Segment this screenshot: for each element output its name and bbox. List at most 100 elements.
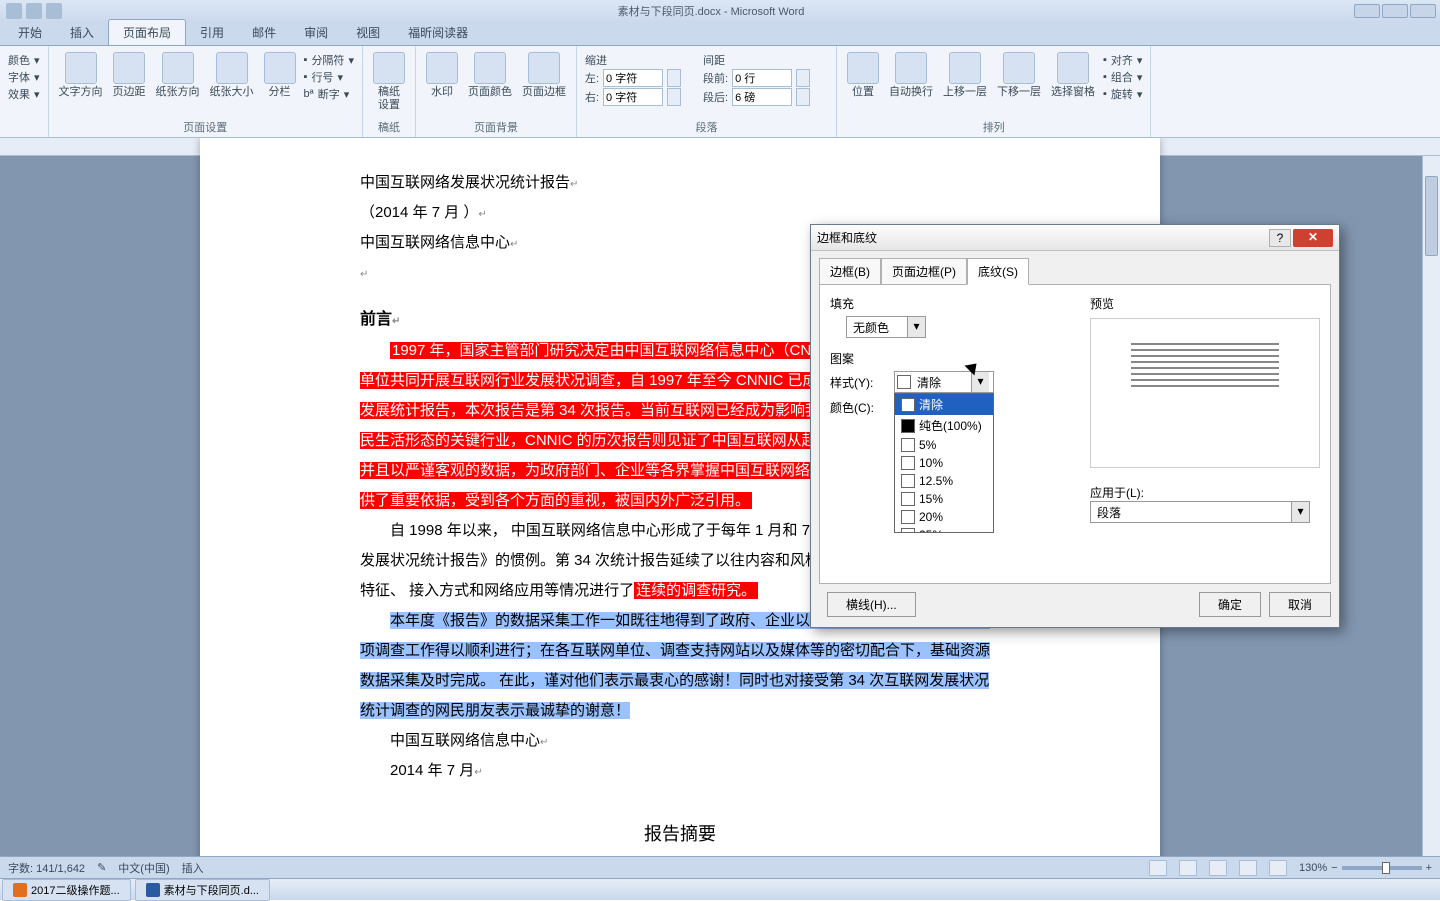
word-count[interactable]: 字数: 141/1,642: [8, 860, 85, 876]
effects-label[interactable]: 效果: [8, 86, 30, 102]
spinner[interactable]: [667, 69, 681, 87]
pattern-label: 图案: [830, 350, 1070, 367]
breaks-button[interactable]: ▪ 分隔符▾: [304, 52, 354, 68]
group-label: [6, 133, 42, 135]
selection-pane-button[interactable]: 选择窗格: [1047, 50, 1099, 101]
dd-item-25[interactable]: 25%: [895, 526, 993, 533]
indent-right-input[interactable]: [603, 88, 663, 106]
hyphenation-button[interactable]: bª断字▾: [304, 86, 354, 102]
indent-left-input[interactable]: [603, 69, 663, 87]
colors-label[interactable]: 颜色: [8, 52, 30, 68]
window-title: 素材与下段同页.docx - Microsoft Word: [68, 3, 1354, 19]
group-label: 排列: [843, 117, 1144, 135]
minimize-button[interactable]: [1354, 4, 1380, 18]
dd-item-5[interactable]: 5%: [895, 436, 993, 454]
tab-page-border[interactable]: 页面边框(P): [881, 258, 967, 285]
language[interactable]: 中文(中国): [118, 860, 169, 876]
insert-mode[interactable]: 插入: [182, 860, 204, 876]
doc-text: （2014 年 7 月 ）: [360, 204, 478, 221]
orientation-button[interactable]: 纸张方向: [152, 50, 204, 101]
taskbar: 2017二级操作题... 素材与下段同页.d...: [0, 878, 1440, 900]
dialog-help-button[interactable]: ?: [1269, 229, 1291, 247]
chevron-down-icon[interactable]: ▾: [907, 317, 925, 337]
dialog-close-button[interactable]: ✕: [1293, 229, 1333, 247]
zoom-out-button[interactable]: −: [1331, 862, 1337, 874]
tab-references[interactable]: 引用: [186, 20, 238, 45]
view-outline-button[interactable]: [1239, 860, 1257, 876]
group-button[interactable]: ▪ 组合▾: [1103, 69, 1142, 85]
spinner[interactable]: [667, 88, 681, 106]
view-full-screen-button[interactable]: [1179, 860, 1197, 876]
spacing-before-input[interactable]: [732, 69, 792, 87]
dialog-titlebar[interactable]: 边框和底纹 ? ✕: [811, 225, 1339, 251]
vertical-scrollbar[interactable]: [1422, 156, 1440, 878]
rotate-button[interactable]: ▪ 旋转▾: [1103, 86, 1142, 102]
taskbar-item[interactable]: 2017二级操作题...: [2, 879, 131, 901]
undo-icon[interactable]: [26, 3, 42, 19]
zoom-control: 130% − +: [1299, 862, 1432, 874]
redo-icon[interactable]: [46, 3, 62, 19]
tab-view[interactable]: 视图: [342, 20, 394, 45]
indent-header: 缩进: [585, 52, 681, 68]
dd-item-20[interactable]: 20%: [895, 508, 993, 526]
zoom-level[interactable]: 130%: [1299, 862, 1327, 874]
tab-shading[interactable]: 底纹(S): [967, 258, 1029, 285]
ok-button[interactable]: 确定: [1199, 592, 1261, 617]
wrap-text-button[interactable]: 自动换行: [885, 50, 937, 101]
tab-insert[interactable]: 插入: [56, 20, 108, 45]
spinner[interactable]: [796, 69, 810, 87]
position-button[interactable]: 位置: [843, 50, 883, 101]
group-page-background: 水印 页面颜色 页面边框 页面背景: [416, 46, 577, 137]
style-combo[interactable]: 清除 ▾: [894, 371, 994, 393]
align-button[interactable]: ▪ 对齐▾: [1103, 52, 1142, 68]
dd-item-12-5[interactable]: 12.5%: [895, 472, 993, 490]
apply-to-combo[interactable]: 段落 ▾: [1090, 501, 1310, 523]
fill-color-combo[interactable]: 无颜色 ▾: [846, 316, 926, 338]
tab-home[interactable]: 开始: [4, 20, 56, 45]
save-icon[interactable]: [6, 3, 22, 19]
taskbar-item[interactable]: 素材与下段同页.d...: [135, 879, 270, 901]
page-color-button[interactable]: 页面颜色: [464, 50, 516, 101]
maximize-button[interactable]: [1382, 4, 1408, 18]
tab-foxit[interactable]: 福昕阅读器: [394, 20, 482, 45]
indent-left-label: 左:: [585, 70, 599, 86]
cancel-button[interactable]: 取消: [1269, 592, 1331, 617]
tab-page-layout[interactable]: 页面布局: [108, 19, 186, 45]
view-web-button[interactable]: [1209, 860, 1227, 876]
dd-item-clear[interactable]: 清除: [895, 394, 993, 415]
chevron-down-icon[interactable]: ▾: [971, 372, 989, 392]
margins-button[interactable]: 页边距: [109, 50, 150, 101]
manuscript-button[interactable]: 稿纸 设置: [369, 50, 409, 114]
dd-item-10[interactable]: 10%: [895, 454, 993, 472]
bring-forward-button[interactable]: 上移一层: [939, 50, 991, 101]
columns-button[interactable]: 分栏: [260, 50, 300, 101]
text-direction-button[interactable]: 文字方向: [55, 50, 107, 101]
line-numbers-button[interactable]: ▪ 行号▾: [304, 69, 354, 85]
spacing-before-label: 段前:: [703, 70, 728, 86]
watermark-button[interactable]: 水印: [422, 50, 462, 101]
zoom-slider[interactable]: [1342, 866, 1422, 870]
size-button[interactable]: 纸张大小: [206, 50, 258, 101]
dialog-footer: 横线(H)... 确定 取消: [811, 592, 1339, 627]
spinner[interactable]: [796, 88, 810, 106]
dd-item-15[interactable]: 15%: [895, 490, 993, 508]
chevron-down-icon[interactable]: ▾: [1291, 502, 1309, 522]
fonts-label[interactable]: 字体: [8, 69, 30, 85]
spacing-after-input[interactable]: [732, 88, 792, 106]
tab-mailings[interactable]: 邮件: [238, 20, 290, 45]
dd-item-solid[interactable]: 纯色(100%): [895, 415, 993, 436]
apply-to-label: 应用于(L):: [1090, 486, 1144, 500]
tab-borders[interactable]: 边框(B): [819, 258, 881, 285]
send-backward-button[interactable]: 下移一层: [993, 50, 1045, 101]
horizontal-line-button[interactable]: 横线(H)...: [827, 592, 916, 617]
proofing-icon[interactable]: ✎: [97, 861, 106, 874]
tab-review[interactable]: 审阅: [290, 20, 342, 45]
zoom-in-button[interactable]: +: [1426, 862, 1432, 874]
page-borders-button[interactable]: 页面边框: [518, 50, 570, 101]
group-page-setup: 文字方向 页边距 纸张方向 纸张大小 分栏 ▪ 分隔符▾ ▪ 行号▾ bª断字▾…: [49, 46, 363, 137]
view-draft-button[interactable]: [1269, 860, 1287, 876]
close-button[interactable]: [1410, 4, 1436, 18]
scrollbar-thumb[interactable]: [1425, 176, 1438, 256]
status-bar: 字数: 141/1,642 ✎ 中文(中国) 插入 130% − +: [0, 856, 1440, 878]
view-print-layout-button[interactable]: [1149, 860, 1167, 876]
